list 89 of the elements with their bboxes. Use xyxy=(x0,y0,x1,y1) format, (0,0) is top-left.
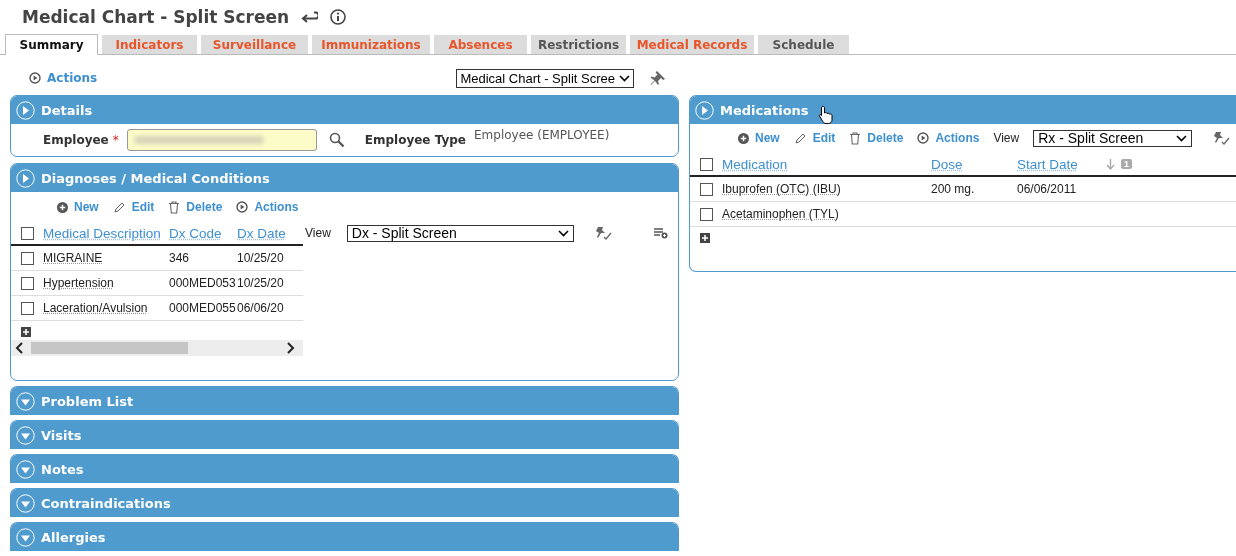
tab[interactable]: Surveillance xyxy=(201,35,308,54)
view-dropdown[interactable]: Dx - Split Screen xyxy=(346,224,574,242)
chevron-down-icon xyxy=(619,74,630,82)
chevron-down-icon xyxy=(1176,134,1188,142)
trash-icon xyxy=(168,200,181,214)
checkbox[interactable] xyxy=(700,157,713,171)
scroll-right-icon[interactable] xyxy=(287,342,295,354)
trash-icon xyxy=(849,131,862,145)
tab[interactable]: Immunizations xyxy=(312,35,430,54)
horizontal-scrollbar[interactable] xyxy=(11,340,303,356)
checkbox[interactable] xyxy=(21,226,34,240)
hand-cursor-icon xyxy=(818,105,834,125)
tab[interactable]: Indicators xyxy=(102,35,197,54)
table-cell: 10/25/20 xyxy=(237,251,284,265)
table-cell: 000MED055 xyxy=(169,301,236,315)
return-arrow-icon[interactable] xyxy=(301,11,319,23)
play-circle-icon xyxy=(29,72,41,84)
tab[interactable]: Summary xyxy=(5,34,98,55)
table-cell: 06/06/20 xyxy=(237,301,284,315)
tab[interactable]: Schedule xyxy=(758,35,849,54)
checkbox[interactable] xyxy=(21,276,34,290)
sort-down-arrow-icon xyxy=(1106,158,1115,170)
layout-dropdown[interactable]: Medical Chart - Split Scree xyxy=(456,68,634,88)
pin-check-icon[interactable] xyxy=(1212,130,1231,146)
field-label: Employee xyxy=(43,133,109,147)
panel-header[interactable]: Notes xyxy=(11,455,678,483)
table-cell: 06/06/2011 xyxy=(1017,182,1077,196)
table-cell: Hypertension xyxy=(43,276,114,290)
pencil-icon xyxy=(112,200,126,214)
play-circle-icon xyxy=(917,132,930,144)
checkbox[interactable] xyxy=(21,301,34,315)
actions-link[interactable]: Actions xyxy=(29,71,98,85)
column-header[interactable]: Dx Code xyxy=(169,225,222,241)
table-cell: Laceration/Avulsion xyxy=(43,301,148,315)
table-cell: 200 mg. xyxy=(931,182,975,196)
edit-link[interactable]: Edit xyxy=(793,131,836,145)
checkbox[interactable] xyxy=(21,251,34,265)
table-cell: 346 xyxy=(169,251,190,265)
panel-header[interactable]: Contraindications xyxy=(11,489,678,517)
input-field[interactable] xyxy=(126,129,317,151)
tab[interactable]: Medical Records xyxy=(630,35,754,54)
tab[interactable]: Absences xyxy=(434,35,527,54)
tab[interactable]: Restrictions xyxy=(531,35,626,54)
search-icon[interactable] xyxy=(328,132,345,148)
info-icon[interactable] xyxy=(330,9,347,25)
panel-header[interactable]: Diagnoses / Medical Conditions xyxy=(11,164,678,192)
new-link[interactable]: New xyxy=(57,200,99,214)
page-title: Medical Chart - Split Screen xyxy=(22,7,290,27)
panel-header[interactable]: Problem List xyxy=(11,387,678,415)
add-list-icon[interactable] xyxy=(654,227,668,239)
checkbox[interactable] xyxy=(700,182,713,196)
play-circle-icon xyxy=(236,201,249,213)
add-row-icon[interactable] xyxy=(21,327,31,337)
add-row-icon[interactable] xyxy=(700,233,710,243)
delete-link[interactable]: Delete xyxy=(168,200,223,214)
delete-link[interactable]: Delete xyxy=(849,131,904,145)
chevron-down-icon xyxy=(557,229,569,237)
table-cell: 10/25/20 xyxy=(237,276,284,290)
table-cell: Ibuprofen (OTC) (IBU) xyxy=(722,182,841,196)
panel-header[interactable]: Medications xyxy=(690,96,1236,124)
pin-icon[interactable] xyxy=(650,70,666,86)
view-label: View xyxy=(305,226,331,240)
column-header[interactable]: Dx Date xyxy=(237,225,286,241)
table-cell: 000MED053 xyxy=(169,276,236,290)
view-dropdown[interactable]: Rx - Split Screen xyxy=(1033,129,1193,147)
field-label: Employee Type xyxy=(364,133,466,147)
view-label: View xyxy=(993,131,1020,145)
column-header[interactable]: Dose xyxy=(931,156,963,172)
panel-header[interactable]: Visits xyxy=(11,421,678,449)
edit-link[interactable]: Edit xyxy=(112,200,155,214)
pencil-icon xyxy=(793,131,807,145)
field-value: Employee (EMPLOYEE) xyxy=(474,128,610,142)
new-link[interactable]: New xyxy=(738,131,780,145)
scroll-left-icon[interactable] xyxy=(15,342,23,354)
required-mark: * xyxy=(112,133,119,147)
actions-link[interactable]: Actions xyxy=(917,131,980,145)
checkbox[interactable] xyxy=(700,207,713,221)
column-header[interactable]: Medical Description xyxy=(43,225,161,241)
column-header[interactable]: Medication xyxy=(722,156,788,172)
panel-header[interactable]: Allergies xyxy=(11,523,678,551)
table-cell: Acetaminophen (TYL) xyxy=(722,207,839,221)
sort-order-badge: 1 xyxy=(1121,159,1132,169)
panel-header[interactable]: Details xyxy=(11,96,678,124)
column-header[interactable]: Start Date xyxy=(1017,156,1078,172)
table-cell: MIGRAINE xyxy=(43,251,103,265)
pin-check-icon[interactable] xyxy=(593,225,612,241)
plus-circle-icon xyxy=(57,201,68,213)
plus-circle-icon xyxy=(738,132,749,144)
actions-link[interactable]: Actions xyxy=(236,200,299,214)
